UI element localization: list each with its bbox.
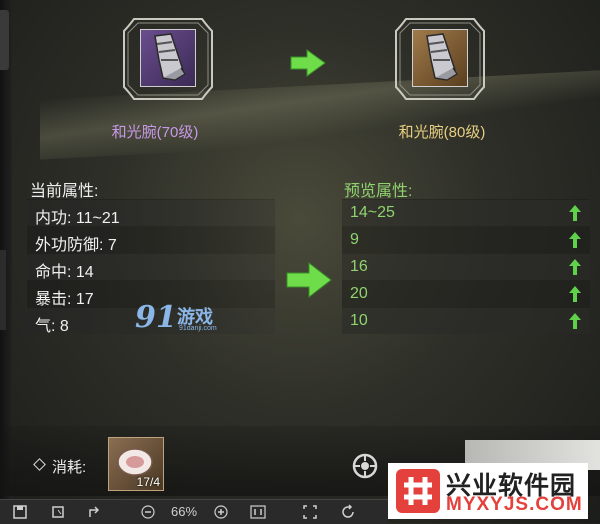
rotate-icon[interactable]: [340, 504, 356, 520]
watermark-brand: 91: [135, 300, 177, 335]
current-stat-row: 内功: 11~21: [35, 210, 120, 227]
source-item-slot[interactable]: [140, 29, 196, 87]
current-stat-row: 气: 8: [35, 318, 69, 335]
watermark-url: 91danji.com: [179, 325, 217, 332]
source-item-name: 和光腕(70级): [111, 124, 199, 141]
preview-attributes-title: 预览属性:: [344, 183, 413, 200]
increase-arrow-icon: [569, 313, 581, 329]
cost-label: 消耗:: [52, 459, 87, 476]
preview-stat-value: 14~25: [350, 204, 395, 221]
hash-logo-icon: [396, 469, 440, 513]
preview-stat-value: 16: [350, 258, 368, 275]
site-logo-english: MYXYJS.COM: [446, 494, 583, 515]
target-item-slot[interactable]: [412, 29, 468, 87]
preview-stat-value: 9: [350, 231, 359, 248]
left-scroll-strip: [0, 250, 6, 330]
site-watermark: 91 游戏 91danji.com: [135, 300, 235, 336]
preview-stat-value: 10: [350, 312, 368, 329]
fit-screen-icon[interactable]: [302, 504, 318, 520]
gear-icon[interactable]: [351, 452, 379, 480]
current-stat-row: 暴击: 17: [35, 291, 94, 308]
zoom-out-icon[interactable]: [140, 504, 156, 520]
left-tab[interactable]: [0, 10, 9, 70]
increase-arrow-icon: [569, 232, 581, 248]
increase-arrow-icon: [569, 286, 581, 302]
actual-size-icon[interactable]: [250, 504, 266, 520]
bracer-icon: [426, 33, 458, 81]
share-icon[interactable]: [87, 504, 103, 520]
cost-item-slot[interactable]: 17/4: [108, 437, 164, 491]
current-attributes-title: 当前属性:: [30, 183, 99, 200]
current-stat-row: 外功防御: 7: [35, 237, 117, 254]
compare-arrow-icon: [286, 261, 332, 299]
cost-item-count: 17/4: [136, 475, 160, 489]
viewer-toolbar: 66%: [0, 499, 388, 524]
target-item-frame: [392, 13, 488, 105]
current-stat-row: 命中: 14: [35, 264, 94, 281]
site-logo: 兴业软件园 MYXYJS.COM: [388, 463, 588, 519]
zoom-level: 66%: [171, 504, 198, 519]
source-item-frame: [120, 13, 216, 105]
bracer-icon: [154, 33, 186, 81]
upgrade-arrow-icon: [290, 49, 326, 77]
preview-attributes-panel: 14~25 9 16 20 10: [342, 199, 590, 334]
increase-arrow-icon: [569, 205, 581, 221]
preview-stat-value: 20: [350, 285, 368, 302]
crop-icon[interactable]: [50, 504, 66, 520]
zoom-in-icon[interactable]: [213, 504, 229, 520]
save-icon[interactable]: [12, 504, 28, 520]
increase-arrow-icon: [569, 259, 581, 275]
target-item-name: 和光腕(80级): [398, 124, 486, 141]
